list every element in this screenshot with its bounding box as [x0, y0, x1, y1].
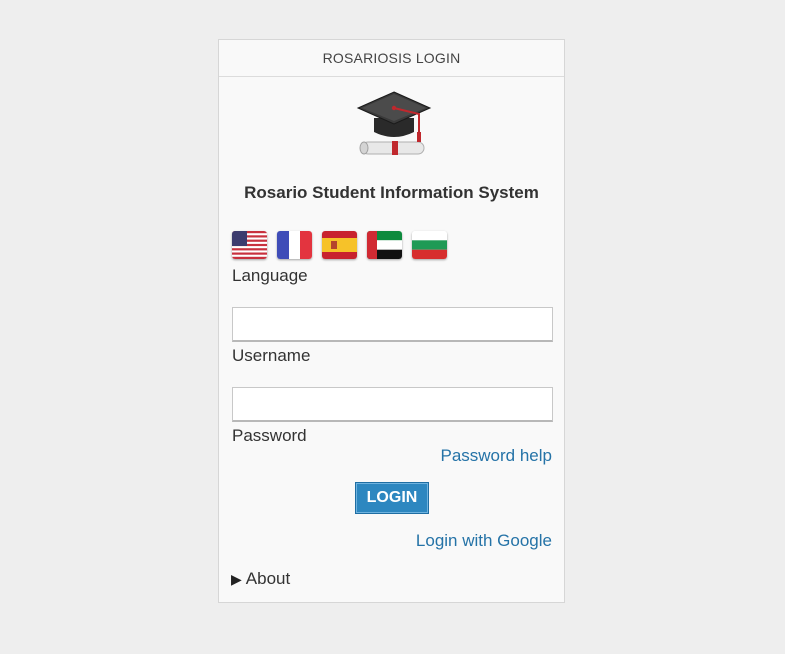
about-label: About — [245, 569, 291, 588]
page-title: ROSARIOSIS LOGIN — [322, 50, 461, 66]
bulgaria-flag-icon[interactable] — [412, 231, 447, 259]
password-label: Password — [232, 426, 307, 445]
google-login-link[interactable]: Login with Google — [416, 531, 552, 551]
username-input[interactable] — [232, 307, 553, 342]
graduation-cap-icon — [356, 88, 432, 160]
spain-flag-icon[interactable] — [322, 231, 357, 259]
system-title: Rosario Student Information System — [244, 183, 539, 202]
uae-flag-icon[interactable] — [367, 231, 402, 259]
username-label: Username — [232, 346, 311, 365]
password-input[interactable] — [232, 387, 553, 422]
france-flag-icon[interactable] — [277, 231, 312, 259]
us-flag-icon[interactable] — [232, 231, 267, 259]
about-toggle[interactable]: ▶ About — [231, 569, 290, 589]
language-label: Language — [232, 266, 308, 285]
panel-header: ROSARIOSIS LOGIN — [219, 40, 564, 77]
password-help-link[interactable]: Password help — [440, 446, 552, 466]
language-selector — [232, 231, 447, 259]
login-button[interactable]: LOGIN — [355, 482, 429, 514]
triangle-right-icon: ▶ — [231, 570, 242, 587]
login-panel: ROSARIOSIS LOGIN Rosario Student Informa… — [218, 39, 565, 603]
